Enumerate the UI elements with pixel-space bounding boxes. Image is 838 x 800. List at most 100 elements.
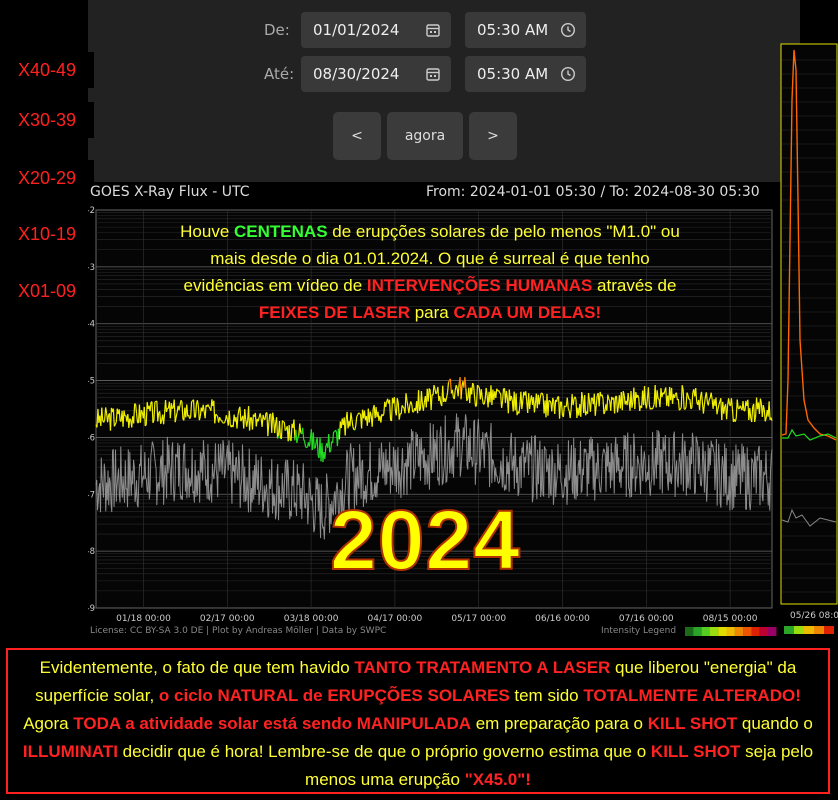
series-high-channel-segment xyxy=(358,412,360,415)
badge-x01-09: X01-09 xyxy=(0,273,94,309)
now-button[interactable]: agora xyxy=(387,112,463,160)
msg-text: quando o xyxy=(737,714,813,733)
previous-button[interactable]: < xyxy=(333,112,381,160)
x-tick-label: 05/17 00:00 xyxy=(451,614,506,624)
series-high-channel-segment xyxy=(180,399,183,403)
from-time-input[interactable]: 05:30 AM xyxy=(465,12,586,48)
msg-text: decidir que é hora! Lembre-se de que o p… xyxy=(117,742,651,761)
series-high-channel-segment xyxy=(549,400,552,403)
clock-icon xyxy=(560,66,576,82)
x-tick-label: 02/17 00:00 xyxy=(200,614,255,624)
clock-icon xyxy=(560,22,576,38)
series-high-channel-segment xyxy=(208,406,211,409)
annot-text: evidências em vídeo de xyxy=(183,276,367,295)
msg-text: Agora xyxy=(23,714,74,733)
from-date-input[interactable]: 01/01/2024 xyxy=(301,12,451,48)
msg-highlight: o ciclo NATURAL de ERUPÇÕES SOLARES xyxy=(158,686,510,705)
calendar-icon xyxy=(426,68,440,81)
msg-highlight: TOTALMENTE ALTERADO! xyxy=(583,686,801,705)
annot-text: mais desde o dia 01.01.2024. O que é sur… xyxy=(210,249,650,268)
series-high-channel-segment xyxy=(435,392,438,395)
to-date-input[interactable]: 08/30/2024 xyxy=(301,56,451,92)
x-tick-label: 08/15 00:00 xyxy=(703,614,758,624)
series-high-channel-segment xyxy=(476,384,479,387)
series-high-channel-segment xyxy=(129,418,132,421)
annot-text: para xyxy=(410,303,454,322)
msg-highlight: ILLUMINATI xyxy=(22,742,118,761)
series-high-channel-segment xyxy=(189,416,192,420)
series-high-channel-segment xyxy=(401,405,404,408)
series-high-channel-segment xyxy=(359,413,362,415)
series-high-channel-segment xyxy=(475,405,477,407)
overlay-annotation: Houve CENTENAS de erupções solares de pe… xyxy=(110,218,750,326)
x-tick-label: 01/18 00:00 xyxy=(116,614,171,624)
zoom-legend-swatch xyxy=(824,626,834,634)
y-tick-label: 1E-9 xyxy=(88,604,95,614)
series-high-channel-segment xyxy=(216,414,219,417)
series-high-channel-segment xyxy=(281,420,284,423)
msg-highlight: KILL SHOT xyxy=(650,742,741,761)
y-tick-label: 1E-7 xyxy=(88,490,95,500)
zoomed-flare-chart: 05/26 08:00 xyxy=(780,43,838,634)
y-tick-label: 1E-5 xyxy=(88,377,95,387)
msg-highlight: TANTO TRATAMENTO A LASER xyxy=(354,658,611,677)
zoom-legend-swatch xyxy=(804,626,814,634)
legend-swatch xyxy=(734,627,744,636)
to-time-input[interactable]: 05:30 AM xyxy=(465,56,586,92)
x-tick-label: 04/17 00:00 xyxy=(368,614,423,624)
legend-swatch xyxy=(751,627,760,636)
legend-swatch xyxy=(759,627,769,636)
series-high-channel-segment xyxy=(284,429,287,432)
from-time-value: 05:30 AM xyxy=(477,21,549,39)
msg-highlight: "X45.0"! xyxy=(464,770,531,789)
from-date-value: 01/01/2024 xyxy=(313,21,400,39)
annot-text: através de xyxy=(592,276,677,295)
y-tick-label: 1E-6 xyxy=(88,433,95,443)
legend-swatch xyxy=(726,627,735,636)
series-high-channel-segment xyxy=(651,407,654,410)
msg-highlight: KILL SHOT xyxy=(647,714,738,733)
series-high-channel-segment xyxy=(428,388,431,391)
bottom-message: Evidentemente, o fato de que tem havido … xyxy=(6,648,830,794)
from-label: De: xyxy=(264,21,290,39)
to-label: Até: xyxy=(264,65,295,83)
legend-swatch xyxy=(768,627,777,636)
annot-highlight: CENTENAS xyxy=(234,222,328,241)
legend-swatch xyxy=(701,627,710,636)
y-tick-label: 1E-4 xyxy=(88,320,95,330)
annot-highlight: INTERVENÇÕES HUMANAS xyxy=(366,276,593,295)
series-high-channel-segment xyxy=(215,413,218,416)
x-tick-label: 03/18 00:00 xyxy=(284,614,339,624)
badge-x30-39: X30-39 xyxy=(0,102,94,138)
series-high-channel-segment xyxy=(222,421,224,424)
series-high-channel-segment xyxy=(402,406,405,409)
annot-text: Houve xyxy=(180,222,235,241)
y-tick-label: 1E-2 xyxy=(88,206,95,216)
zoom-x-tick-label: 05/26 08:00 xyxy=(790,611,838,621)
series-high-channel-segment xyxy=(144,424,147,427)
legend-swatch xyxy=(685,627,694,636)
calendar-icon xyxy=(426,24,440,37)
intensity-legend-bar xyxy=(685,627,777,636)
x-tick-label: 06/16 00:00 xyxy=(535,614,590,624)
badge-x40-49: X40-49 xyxy=(0,52,94,88)
annot-highlight: CADA UM DELAS! xyxy=(453,303,602,322)
next-button[interactable]: > xyxy=(469,112,517,160)
series-high-channel-segment xyxy=(382,413,385,417)
badge-x10-19: X10-19 xyxy=(0,216,94,252)
legend-swatch xyxy=(693,627,702,636)
series-high-channel-segment xyxy=(171,407,174,410)
to-time-value: 05:30 AM xyxy=(477,65,549,83)
legend-swatch xyxy=(709,627,719,636)
series-high-channel-segment xyxy=(334,429,337,433)
zoom-legend-swatch xyxy=(784,626,794,634)
series-high-channel-segment xyxy=(191,400,193,403)
series-high-channel-segment xyxy=(499,392,502,395)
msg-highlight: TODA a atividade solar está sendo MANIPU… xyxy=(73,714,471,733)
intensity-legend-label: Intensity Legend xyxy=(601,626,677,636)
series-high-channel-segment xyxy=(678,408,681,411)
legend-swatch xyxy=(718,627,727,636)
series-high-channel-segment xyxy=(412,411,415,413)
legend-swatch xyxy=(743,627,752,636)
series-high-channel-segment xyxy=(306,446,308,449)
